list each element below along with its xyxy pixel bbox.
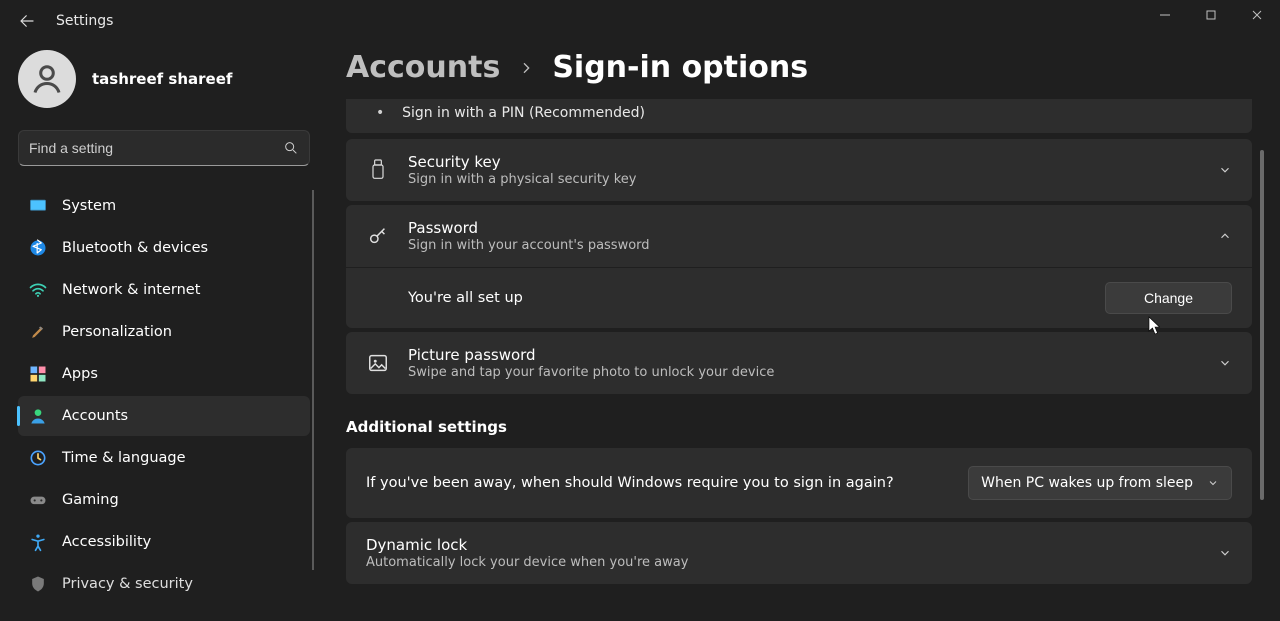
sidebar-item-label: Accessibility <box>62 534 151 550</box>
away-dropdown[interactable]: When PC wakes up from sleep <box>968 466 1232 500</box>
pin-line: Sign in with a PIN (Recommended) <box>366 105 1232 121</box>
account-icon <box>28 406 48 426</box>
search-icon <box>283 140 299 156</box>
dynamic-lock-card[interactable]: Dynamic lock Automatically lock your dev… <box>346 522 1252 584</box>
picture-password-card[interactable]: Picture password Swipe and tap your favo… <box>346 332 1252 394</box>
system-icon <box>28 196 48 216</box>
card-title: Dynamic lock <box>366 536 1200 554</box>
security-key-card[interactable]: Security key Sign in with a physical sec… <box>346 139 1252 201</box>
chevron-down-icon <box>1218 546 1232 560</box>
sidebar-item-gaming[interactable]: Gaming <box>18 480 310 520</box>
breadcrumb: Accounts Sign-in options <box>346 50 1266 99</box>
sidebar-item-network[interactable]: Network & internet <box>18 270 310 310</box>
card-subtitle: Sign in with a physical security key <box>408 172 1200 187</box>
sidebar-item-label: Network & internet <box>62 282 200 298</box>
sidebar-item-label: Apps <box>62 366 98 382</box>
sidebar-item-label: Accounts <box>62 408 128 424</box>
avatar <box>18 50 76 108</box>
sidebar: tashreef shareef System Bluetooth & devi… <box>0 50 328 621</box>
mouse-cursor <box>1148 316 1162 336</box>
key-icon <box>366 224 390 248</box>
back-button[interactable] <box>18 12 36 30</box>
shield-icon <box>28 574 48 594</box>
card-subtitle: Swipe and tap your favorite photo to unl… <box>408 365 1200 380</box>
chevron-up-icon <box>1218 229 1232 243</box>
sidebar-item-accounts[interactable]: Accounts <box>18 396 310 436</box>
pin-option-tail[interactable]: Sign in with a PIN (Recommended) <box>346 99 1252 133</box>
sidebar-item-time-language[interactable]: Time & language <box>18 438 310 478</box>
card-title: Password <box>408 219 1200 237</box>
sidebar-scrollbar[interactable] <box>312 190 314 570</box>
wifi-icon <box>28 280 48 300</box>
main-content: Accounts Sign-in options Sign in with a … <box>346 50 1266 621</box>
card-subtitle: Automatically lock your device when you'… <box>366 555 1200 570</box>
window-controls <box>1142 0 1280 30</box>
sidebar-item-privacy[interactable]: Privacy & security <box>18 564 310 604</box>
close-button[interactable] <box>1234 0 1280 30</box>
password-card-header[interactable]: Password Sign in with your account's pas… <box>346 205 1252 267</box>
sidebar-item-label: Privacy & security <box>62 576 193 592</box>
chevron-right-icon <box>518 60 534 76</box>
password-card-body: You're all set up Change <box>346 267 1252 328</box>
search-input[interactable] <box>29 140 283 156</box>
chevron-down-icon <box>1218 356 1232 370</box>
search-box[interactable] <box>18 130 310 166</box>
sidebar-item-bluetooth[interactable]: Bluetooth & devices <box>18 228 310 268</box>
apps-icon <box>28 364 48 384</box>
usb-key-icon <box>366 158 390 182</box>
picture-icon <box>366 351 390 375</box>
sidebar-item-system[interactable]: System <box>18 186 310 226</box>
username: tashreef shareef <box>92 70 232 88</box>
away-setting-row: If you've been away, when should Windows… <box>346 448 1252 518</box>
additional-settings-heading: Additional settings <box>346 418 1252 436</box>
app-title: Settings <box>56 13 113 29</box>
dropdown-value: When PC wakes up from sleep <box>981 475 1193 491</box>
accessibility-icon <box>28 532 48 552</box>
card-subtitle: Sign in with your account's password <box>408 238 1200 253</box>
change-button[interactable]: Change <box>1105 282 1232 314</box>
nav-list: System Bluetooth & devices Network & int… <box>18 186 328 606</box>
sidebar-item-label: Time & language <box>62 450 186 466</box>
sidebar-item-label: Personalization <box>62 324 172 340</box>
main-scrollbar[interactable] <box>1260 150 1264 500</box>
minimize-button[interactable] <box>1142 0 1188 30</box>
sidebar-item-label: Bluetooth & devices <box>62 240 208 256</box>
clock-globe-icon <box>28 448 48 468</box>
away-question: If you've been away, when should Windows… <box>366 475 954 491</box>
sidebar-item-personalization[interactable]: Personalization <box>18 312 310 352</box>
header: Settings <box>0 0 1280 38</box>
gamepad-icon <box>28 490 48 510</box>
password-card: Password Sign in with your account's pas… <box>346 205 1252 328</box>
card-title: Picture password <box>408 346 1200 364</box>
brush-icon <box>28 322 48 342</box>
sidebar-item-label: System <box>62 198 116 214</box>
bluetooth-icon <box>28 238 48 258</box>
sidebar-item-accessibility[interactable]: Accessibility <box>18 522 310 562</box>
maximize-button[interactable] <box>1188 0 1234 30</box>
breadcrumb-parent[interactable]: Accounts <box>346 50 500 85</box>
profile[interactable]: tashreef shareef <box>18 50 328 108</box>
page-title: Sign-in options <box>552 50 808 85</box>
sidebar-item-label: Gaming <box>62 492 119 508</box>
sidebar-item-apps[interactable]: Apps <box>18 354 310 394</box>
chevron-down-icon <box>1207 477 1219 489</box>
chevron-down-icon <box>1218 163 1232 177</box>
card-title: Security key <box>408 153 1200 171</box>
password-status: You're all set up <box>408 290 1105 306</box>
